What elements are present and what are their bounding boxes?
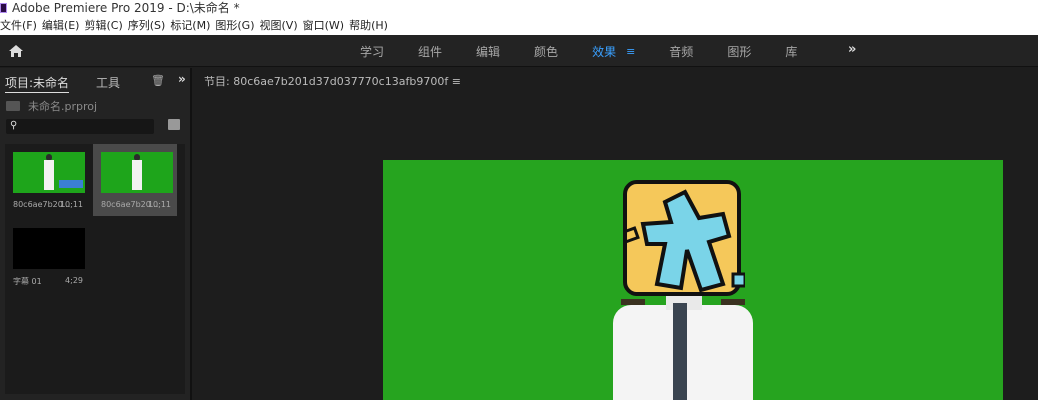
menu-markers[interactable]: 标记(M) xyxy=(170,17,215,35)
menu-graphics[interactable]: 图形(G) xyxy=(215,17,259,35)
workspace-tab-libraries[interactable]: 库 xyxy=(785,43,797,60)
clip-thumbnail xyxy=(13,152,85,193)
workspace-tab-editing[interactable]: 编辑 xyxy=(476,43,500,60)
workspace-tab-graphics[interactable]: 图形 xyxy=(727,43,751,60)
workspace-tab-learning[interactable]: 学习 xyxy=(360,43,384,60)
menu-sequence[interactable]: 序列(S) xyxy=(128,17,171,35)
project-file-row: 未命名.prproj xyxy=(6,98,97,114)
menu-view[interactable]: 视图(V) xyxy=(260,17,303,35)
search-input[interactable]: ⚲ xyxy=(6,119,154,134)
project-bin: 80c6ae7b20... 10;11 80c6ae7b20... 10;11 … xyxy=(5,144,185,394)
search-icon: ⚲ xyxy=(10,120,18,131)
workspace-bar: 学习 组件 编辑 颜色 效果 ≡ 音频 图形 库 » xyxy=(0,35,1038,67)
video-preview[interactable] xyxy=(383,160,1003,400)
workspace-menu-icon[interactable]: ≡ xyxy=(626,45,635,58)
sticker-graphic xyxy=(613,189,747,293)
media-item[interactable]: 80c6ae7b20... 10;11 xyxy=(93,144,177,216)
workspace-tab-audio[interactable]: 音频 xyxy=(669,43,693,60)
new-search-bin-icon[interactable] xyxy=(168,119,180,130)
tab-project[interactable]: 项目:未命名 xyxy=(5,74,70,93)
sequence-title[interactable]: 节目: 80c6ae7b201d37d037770c13afb9700f ≡ xyxy=(204,73,461,89)
menu-edit[interactable]: 编辑(E) xyxy=(42,17,85,35)
menu-file[interactable]: 文件(F) xyxy=(0,17,42,35)
workspace-tab-color[interactable]: 颜色 xyxy=(534,43,558,60)
menu-clip[interactable]: 剪辑(C) xyxy=(84,17,127,35)
menu-help[interactable]: 帮助(H) xyxy=(349,17,393,35)
clip-thumbnail xyxy=(101,152,173,193)
menu-bar: 文件(F) 编辑(E) 剪辑(C) 序列(S) 标记(M) 图形(G) 视图(V… xyxy=(0,17,1038,35)
trash-icon[interactable]: 🗑 xyxy=(151,74,165,87)
program-monitor: 节目: 80c6ae7b201d37d037770c13afb9700f ≡ xyxy=(194,68,1038,400)
project-panel: 项目:未命名 工具 🗑 » 未命名.prproj ⚲ 80c6ae7b20...… xyxy=(0,68,192,400)
workspace-tab-assembly[interactable]: 组件 xyxy=(418,43,442,60)
panel-more-icon[interactable]: » xyxy=(178,72,186,86)
sticker-face-cover xyxy=(613,180,747,296)
window-title: Adobe Premiere Pro 2019 - D:\未命名 * xyxy=(12,1,240,15)
more-workspaces-icon[interactable]: » xyxy=(848,42,856,57)
project-file-name: 未命名.prproj xyxy=(28,100,98,113)
home-icon[interactable] xyxy=(8,44,24,58)
title-bar: Adobe Premiere Pro 2019 - D:\未命名 * xyxy=(0,0,1038,17)
workspace-tab-effects[interactable]: 效果 ≡ xyxy=(592,43,635,60)
menu-window[interactable]: 窗口(W) xyxy=(303,17,349,35)
media-item[interactable]: 字幕 01 4;29 xyxy=(5,220,89,292)
title-thumbnail xyxy=(13,228,85,269)
tie xyxy=(673,303,687,400)
folder-icon xyxy=(6,101,20,111)
media-item[interactable]: 80c6ae7b20... 10;11 xyxy=(5,144,89,216)
premiere-logo-icon xyxy=(0,3,7,13)
tab-tools[interactable]: 工具 xyxy=(96,74,120,91)
